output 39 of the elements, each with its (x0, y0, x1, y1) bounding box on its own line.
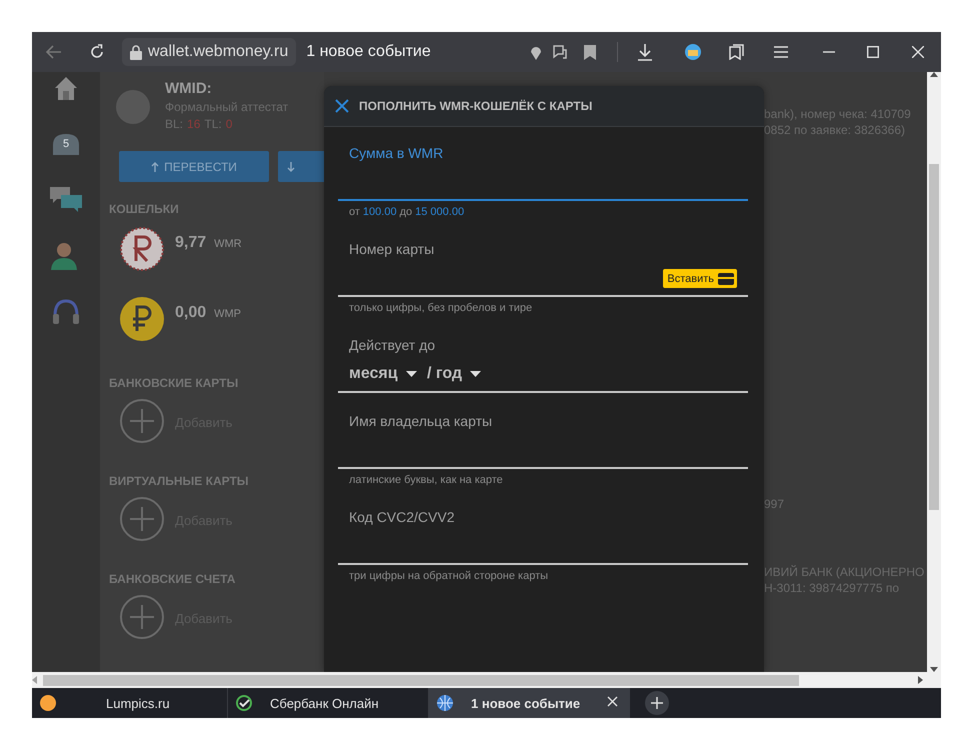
input-field[interactable]: Код CVC2/CVV2 (338, 509, 748, 565)
browser-tab[interactable]: 1 новое событие (429, 688, 630, 718)
hint-text: до (400, 206, 412, 220)
wallet-balance: 9,77 (175, 234, 206, 252)
paste-button[interactable]: Вставить (663, 269, 737, 288)
hint-text: латинские буквы, как на карте (349, 474, 503, 488)
input-field[interactable]: Сумма в WMR (338, 145, 748, 201)
select-field[interactable]: месяц (349, 365, 413, 383)
input-field[interactable]: Номер карты Вставить (338, 241, 748, 297)
field-label: Действует до (348, 337, 436, 353)
field-label: Сумма в WMR (348, 145, 444, 161)
field-label: Код CVC2/CVV2 (348, 509, 456, 525)
hint-text: три цифры на обратной стороне карты (349, 570, 548, 584)
wallet-balance: 0,00 (175, 304, 206, 322)
hint-text: только цифры, без пробелов и тире (349, 302, 532, 316)
section-heading: КОШЕЛЬКИ (109, 202, 180, 216)
max-value: 15 000.00 (415, 206, 464, 220)
currency-label: WMP (214, 308, 242, 320)
hint-text: от (349, 206, 360, 220)
dialog-title: ПОПОЛНИТЬ WMR-КОШЕЛЁК С КАРТЫ (359, 99, 592, 113)
bl-value: 16 (187, 117, 200, 131)
field-label: Номер карты (348, 241, 436, 257)
input-field[interactable]: Имя владельца карты (338, 413, 748, 469)
browser-tab[interactable]: Lumpics.ru (32, 688, 228, 718)
min-value: 100.00 (362, 206, 397, 220)
address-bar[interactable]: wallet.webmoney.ru (122, 38, 296, 66)
input-field[interactable]: Действует до месяц / год (338, 337, 748, 393)
section-heading: БАНКОВСКИЕ КАРТЫ (109, 376, 240, 390)
tl-value: 0 (226, 117, 232, 131)
address-text: wallet.webmoney.ru (148, 43, 288, 61)
count-label: 5 (62, 138, 70, 150)
nav-item[interactable]: 5 (48, 126, 84, 162)
section-heading: БАНКОВСКИЕ СЧЕТА (109, 572, 236, 586)
section-heading: ВИРТУАЛЬНЫЕ КАРТЫ (109, 474, 250, 488)
currency-label: WMR (214, 238, 242, 250)
select-field[interactable]: / год (427, 365, 497, 383)
page-title: 1 новое событие (306, 43, 431, 61)
field-label: Имя владельца карты (348, 413, 494, 429)
wmid-label: WMID: (165, 80, 213, 97)
